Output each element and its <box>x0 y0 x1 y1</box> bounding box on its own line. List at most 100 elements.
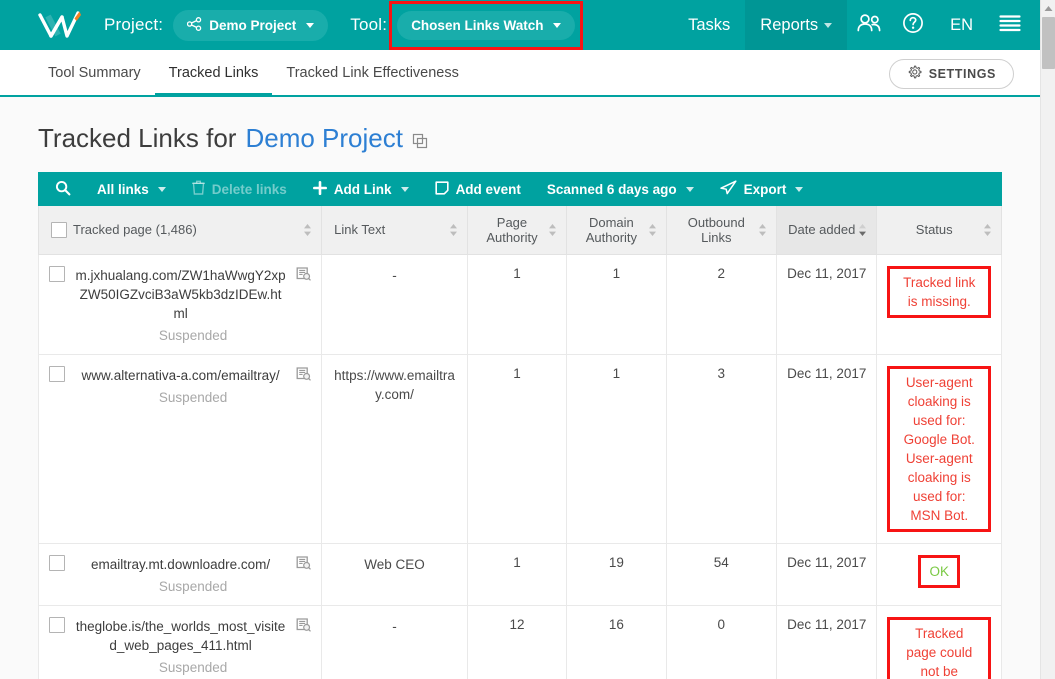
tool-selector[interactable]: Chosen Links Watch <box>397 10 576 40</box>
chevron-down-icon <box>400 186 409 192</box>
status-badge: OK <box>918 554 960 588</box>
tool-selector-label: Chosen Links Watch <box>411 17 544 33</box>
cell-status: OK <box>876 542 1002 606</box>
sort-icon-active[interactable] <box>858 223 867 237</box>
row-checkbox[interactable] <box>49 265 65 282</box>
menu-button[interactable] <box>988 0 1032 50</box>
table-row[interactable]: www.alternativa-a.com/emailtray/Suspende… <box>37 353 1002 544</box>
language-selector-label: EN <box>950 15 973 34</box>
table-row[interactable]: emailtray.mt.downloadre.com/Suspended Web… <box>37 542 1002 606</box>
copy-icon[interactable] <box>412 125 428 156</box>
sort-icon[interactable] <box>983 223 992 237</box>
cell-domain-authority: 1 <box>566 353 667 544</box>
chevron-down-icon <box>157 186 166 192</box>
cell-domain-authority: 1 <box>566 253 667 355</box>
column-header-status[interactable]: Status <box>876 206 1002 255</box>
row-checkbox[interactable] <box>49 365 65 382</box>
top-navigation-bar: Project: Demo Project Tool: Chosen Links… <box>0 0 1040 50</box>
select-all-checkbox[interactable] <box>51 221 67 238</box>
cell-link-text: Web CEO <box>321 542 468 606</box>
share-nodes-icon <box>187 16 202 34</box>
question-circle-icon <box>902 12 924 39</box>
sort-icon[interactable] <box>303 223 312 237</box>
project-selector[interactable]: Demo Project <box>173 9 329 41</box>
column-header-domain-authority[interactable]: Domain Authority <box>566 206 667 255</box>
table-body: m.jxhualang.com/ZW1haWwgY2xpZW50IGZvciB3… <box>37 253 1002 679</box>
nav-item-reports[interactable]: Reports <box>745 0 848 50</box>
language-selector[interactable]: EN <box>935 0 988 50</box>
webceo-logo-icon[interactable] <box>34 9 90 41</box>
cell-status: Tracked page could not be retrieved. <box>876 604 1002 679</box>
filter-all-links-button[interactable]: All links <box>84 172 179 206</box>
delete-links-button: Delete links <box>179 172 300 206</box>
sort-icon[interactable] <box>548 223 557 237</box>
page-preview-icon[interactable] <box>296 617 311 635</box>
scanned-button[interactable]: Scanned 6 days ago <box>534 172 707 206</box>
row-checkbox[interactable] <box>49 616 65 633</box>
cell-tracked-page: m.jxhualang.com/ZW1haWwgY2xpZW50IGZvciB3… <box>37 253 323 355</box>
tab-tracked-link-effectiveness[interactable]: Tracked Link Effectiveness <box>272 50 472 95</box>
sort-icon[interactable] <box>449 223 458 237</box>
settings-button[interactable]: SETTINGS <box>888 59 1014 89</box>
users-button[interactable] <box>847 0 891 50</box>
cell-link-text: https://www.emailtray.com/ <box>321 353 468 544</box>
add-event-button[interactable]: Add event <box>422 172 534 206</box>
cell-outbound-links: 3 <box>665 353 778 544</box>
column-header-status-label: Status <box>915 222 953 238</box>
main-content: Tracked Links for Demo Project All links… <box>0 97 1040 679</box>
column-header-link-text[interactable]: Link Text <box>321 206 468 255</box>
page-preview-icon[interactable] <box>296 366 311 384</box>
cell-date-added: Dec 11, 2017 <box>776 604 878 679</box>
cell-page-authority: 1 <box>466 353 568 544</box>
nav-item-reports-label: Reports <box>760 15 819 34</box>
column-header-date-added[interactable]: Date added <box>776 206 878 255</box>
settings-button-label: SETTINGS <box>928 67 996 81</box>
project-label: Project: <box>104 15 164 34</box>
tool-label: Tool: <box>350 15 388 34</box>
sort-icon[interactable] <box>648 223 657 237</box>
column-header-date-added-label: Date added <box>788 222 856 238</box>
search-icon <box>55 180 71 199</box>
scanned-label: Scanned 6 days ago <box>546 181 677 197</box>
project-selector-label: Demo Project <box>209 17 297 33</box>
chevron-down-icon <box>795 186 804 192</box>
page-title-project[interactable]: Demo Project <box>245 123 403 154</box>
cell-date-added: Dec 11, 2017 <box>776 542 878 606</box>
tracked-page-url[interactable]: emailtray.mt.downloadre.com/ <box>75 555 286 574</box>
scroll-up-arrow-icon[interactable] <box>1041 2 1055 14</box>
search-button[interactable] <box>42 172 84 206</box>
status-badge: Tracked page could not be retrieved. <box>887 616 991 679</box>
add-link-button[interactable]: Add Link <box>300 172 422 206</box>
row-checkbox[interactable] <box>49 554 65 571</box>
tab-tracked-links-label: Tracked Links <box>168 64 259 81</box>
tracked-page-url[interactable]: theglobe.is/the_worlds_most_visited_web_… <box>75 617 286 655</box>
column-header-page-authority[interactable]: Page Authority <box>466 206 568 255</box>
tab-tracked-links[interactable]: Tracked Links <box>154 50 273 97</box>
cell-page-authority: 12 <box>466 604 568 679</box>
page-preview-icon[interactable] <box>296 555 311 573</box>
page-preview-icon[interactable] <box>296 266 311 284</box>
tracked-page-state: Suspended <box>158 327 228 343</box>
help-button[interactable] <box>891 0 935 50</box>
gear-icon <box>907 65 922 83</box>
scrollbar-thumb[interactable] <box>1042 17 1055 69</box>
column-header-outbound-links-label: Outbound Links <box>687 214 745 245</box>
table-row[interactable]: m.jxhualang.com/ZW1haWwgY2xpZW50IGZvciB3… <box>37 253 1002 355</box>
page-scrollbar[interactable] <box>1040 0 1055 679</box>
chevron-down-icon <box>553 22 562 28</box>
tab-tool-summary[interactable]: Tool Summary <box>34 50 155 95</box>
column-header-tracked-page[interactable]: Tracked page (1,486) <box>37 206 323 255</box>
tracked-page-state: Suspended <box>158 578 228 594</box>
users-icon <box>856 13 882 38</box>
column-header-outbound-links[interactable]: Outbound Links <box>665 206 778 255</box>
tab-tracked-link-effectiveness-label: Tracked Link Effectiveness <box>286 64 459 81</box>
table-row[interactable]: theglobe.is/the_worlds_most_visited_web_… <box>37 604 1002 679</box>
tracked-page-url[interactable]: m.jxhualang.com/ZW1haWwgY2xpZW50IGZvciB3… <box>75 266 286 323</box>
table-toolbar: All links Delete links Add Link Add even… <box>38 172 1002 206</box>
tool-selector-wrapper: Chosen Links Watch <box>389 0 584 50</box>
tracked-page-url[interactable]: www.alternativa-a.com/emailtray/ <box>75 366 286 385</box>
nav-item-tasks[interactable]: Tasks <box>673 0 745 50</box>
sort-icon[interactable] <box>758 223 767 237</box>
cell-status: User-agent cloaking is used for: Google … <box>876 353 1002 544</box>
export-button[interactable]: Export <box>707 172 817 206</box>
